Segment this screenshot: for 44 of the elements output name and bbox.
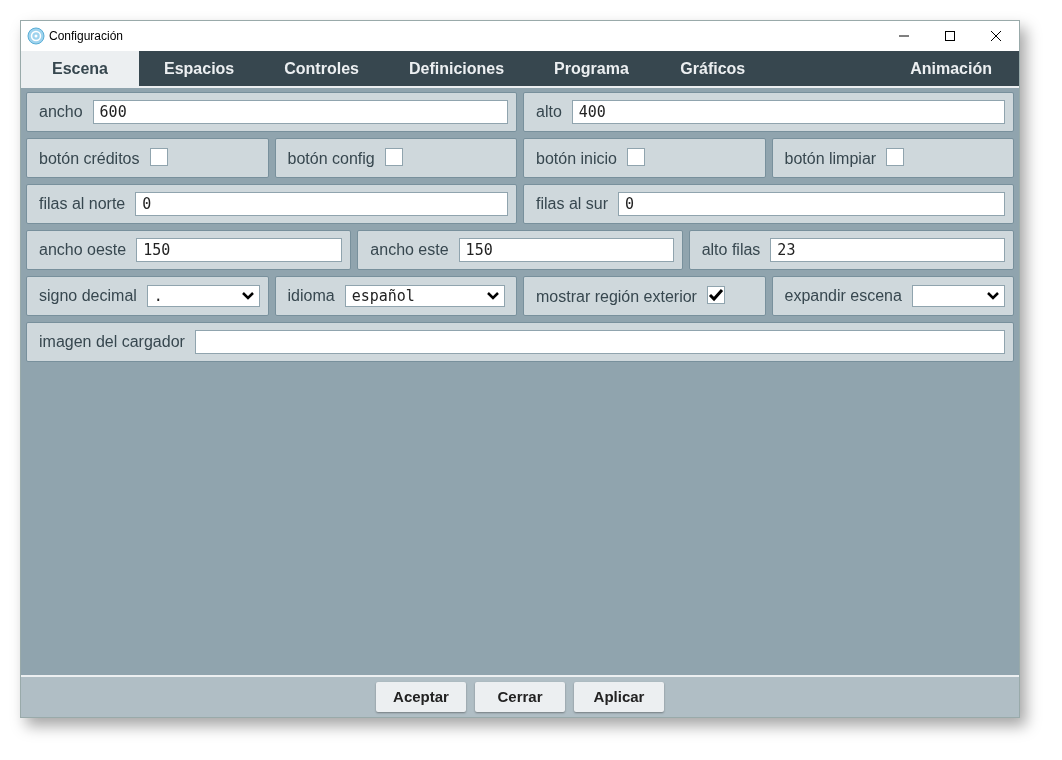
text-field[interactable]: 400 — [571, 100, 1005, 124]
dropdown[interactable]: español — [344, 285, 505, 307]
field-label: ancho oeste — [39, 240, 127, 260]
checkbox[interactable] — [149, 148, 168, 166]
field-label: alto filas — [701, 240, 761, 260]
checkbox[interactable] — [626, 148, 645, 166]
field-label: botón créditos — [39, 149, 140, 169]
dialog-button[interactable]: Aplicar — [574, 682, 664, 712]
field-label: filas al norte — [39, 194, 126, 214]
field-label: botón config — [287, 149, 375, 169]
checkbox[interactable] — [706, 286, 725, 304]
text-field[interactable]: 0 — [618, 192, 1005, 216]
tab[interactable]: Escena — [21, 51, 139, 86]
field-label: botón limpiar — [784, 149, 877, 169]
text-field[interactable]: 23 — [770, 238, 1005, 262]
field-label: alto — [536, 102, 562, 122]
app-logo-icon — [27, 27, 45, 45]
chevron-down-icon — [485, 291, 500, 301]
text-field[interactable]: 0 — [135, 192, 508, 216]
field-label: ancho este — [370, 240, 449, 260]
field-label: ancho — [39, 102, 83, 122]
window-title: Configuración — [49, 28, 124, 45]
checkmark-icon — [707, 288, 724, 302]
close-icon[interactable] — [990, 30, 1002, 42]
checkbox[interactable] — [886, 148, 905, 166]
dropdown[interactable] — [911, 285, 1005, 307]
chevron-down-icon — [986, 291, 1000, 301]
field-label: imagen del cargador — [39, 332, 185, 352]
field-label: idioma — [287, 286, 335, 306]
text-field[interactable]: 150 — [458, 238, 674, 262]
text-field[interactable] — [194, 330, 1005, 354]
text-field[interactable]: 600 — [92, 100, 508, 124]
text-field[interactable]: 150 — [136, 238, 343, 262]
field-label: botón inicio — [536, 149, 617, 169]
field-label: mostrar región exterior — [536, 287, 697, 307]
chevron-down-icon — [240, 291, 255, 301]
field-label: signo decimal — [39, 286, 137, 306]
field-label: filas al sur — [536, 194, 609, 214]
dialog-button[interactable]: Aceptar — [376, 682, 466, 712]
dialog-button[interactable]: Cerrar — [475, 682, 565, 712]
field-label: expandir escena — [784, 286, 902, 306]
maximize-icon[interactable] — [944, 30, 956, 42]
checkbox[interactable] — [384, 148, 403, 166]
dropdown[interactable]: . — [146, 285, 260, 307]
